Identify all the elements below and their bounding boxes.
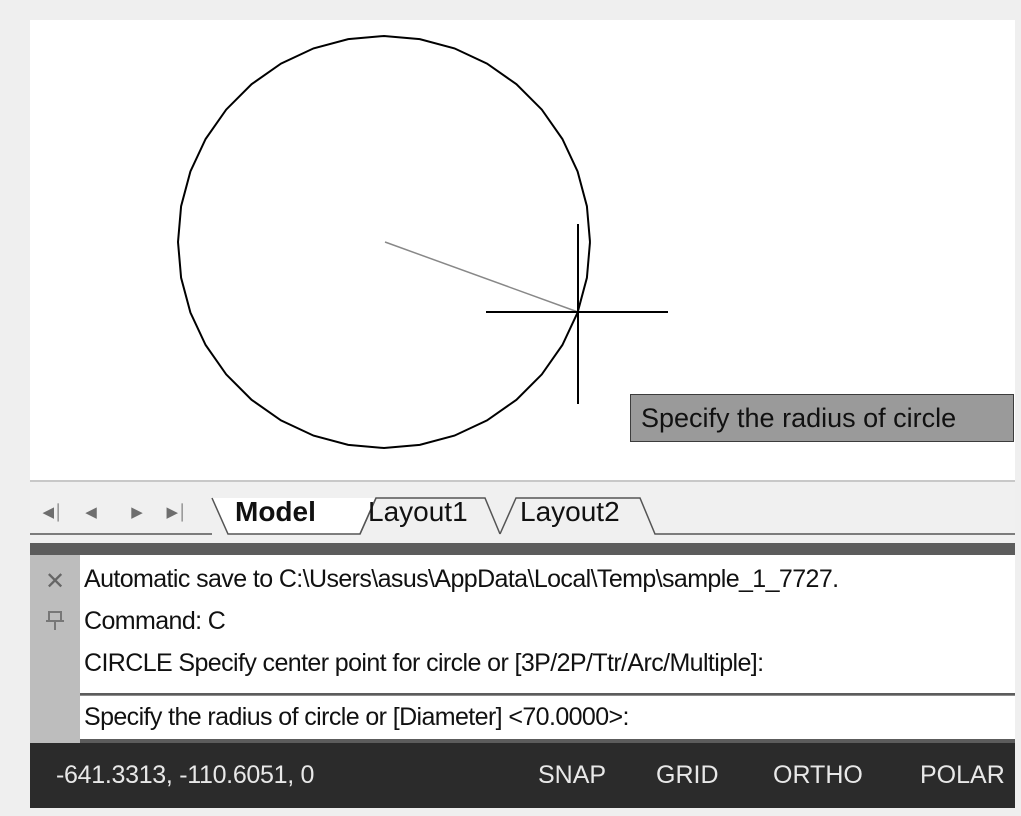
circle-outline[interactable] <box>270 38 592 270</box>
snap-toggle[interactable]: SNAP <box>538 743 606 808</box>
history-line: Automatic save to C:\Users\asus\AppData\… <box>84 565 839 593</box>
circle-entity-group[interactable] <box>176 34 591 450</box>
tab-layout2[interactable]: Layout2 <box>520 492 620 532</box>
pin-icon[interactable] <box>42 607 68 633</box>
coordinate-readout[interactable]: -641.3313, -110.6051, 0 <box>56 743 314 808</box>
history-line: Command: C <box>84 607 226 635</box>
grid-toggle[interactable]: GRID <box>656 743 719 808</box>
circle-entity[interactable] <box>175 37 583 480</box>
radius-rubber-band-line <box>384 241 579 313</box>
history-line: CIRCLE Specify center point for circle o… <box>84 649 764 677</box>
circle-entity-outline[interactable] <box>176 34 591 450</box>
tab-layout1[interactable]: Layout1 <box>368 492 468 532</box>
command-window: ✕ Automatic save to C:\Users\asus\AppDat… <box>30 543 1015 743</box>
crosshair-cursor <box>486 224 668 404</box>
tab-model[interactable]: Model <box>235 492 316 532</box>
status-bar: -641.3313, -110.6051, 0 SNAP GRID ORTHO … <box>30 743 1015 808</box>
first-page-icon[interactable]: ◀│ <box>38 498 68 528</box>
dynamic-input-tooltip: Specify the radius of circle <box>630 394 1014 442</box>
command-input-line[interactable]: Specify the radius of circle or [Diamete… <box>80 695 1015 739</box>
close-icon[interactable]: ✕ <box>42 569 68 595</box>
drawing-canvas[interactable]: Specify the radius of circle <box>30 20 1015 480</box>
cad-application-window: Specify the radius of circle ◀│ ◀ ▶ ▶│ M… <box>0 0 1021 816</box>
next-icon[interactable]: ▶ <box>122 498 152 528</box>
command-history: Automatic save to C:\Users\asus\AppData\… <box>80 555 1015 693</box>
command-window-gutter: ✕ <box>30 555 80 743</box>
last-page-icon[interactable]: ▶│ <box>162 498 192 528</box>
layout-tab-bar: ◀│ ◀ ▶ ▶│ Model Layout1 Layout2 <box>30 480 1015 540</box>
previous-icon[interactable]: ◀ <box>76 498 106 528</box>
command-prompt: Specify the radius of circle or [Diamete… <box>84 703 629 731</box>
polar-toggle[interactable]: POLAR <box>920 743 1005 808</box>
ortho-toggle[interactable]: ORTHO <box>773 743 863 808</box>
